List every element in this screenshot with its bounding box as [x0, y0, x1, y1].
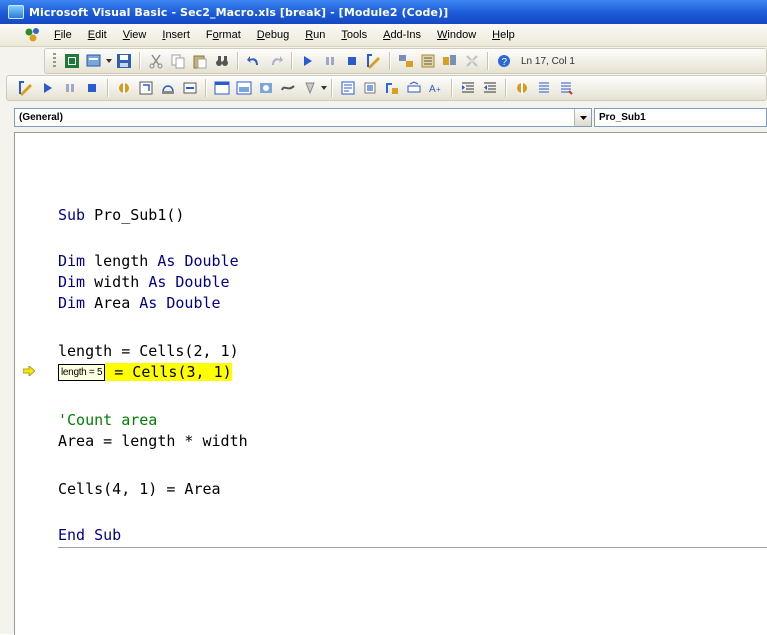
toolbar-separator: [291, 52, 293, 70]
uncomment-block-icon[interactable]: [555, 77, 577, 99]
design-mode-icon[interactable]: [15, 77, 37, 99]
toolbar-grip[interactable]: [53, 53, 56, 69]
parameter-info-icon[interactable]: [403, 77, 425, 99]
toggle-breakpoint-icon[interactable]: [113, 77, 135, 99]
undo-icon[interactable]: [243, 50, 265, 72]
step-into-icon[interactable]: [135, 77, 157, 99]
standard-toolbar: ? Ln 17, Col 1: [44, 48, 767, 74]
edit-toolbar: A +: [6, 75, 767, 101]
quick-watch-icon[interactable]: [277, 77, 299, 99]
help-icon[interactable]: ?: [493, 50, 515, 72]
excel-icon[interactable]: [61, 50, 83, 72]
toolbar-separator: [139, 52, 141, 70]
code-comment[interactable]: 'Count area: [58, 410, 157, 430]
menu-edit[interactable]: Edit: [80, 27, 115, 43]
menu-help[interactable]: Help: [484, 27, 523, 43]
vbe-window: Microsoft Visual Basic - Sec2_Macro.xls …: [0, 0, 767, 635]
chevron-down-icon[interactable]: [105, 50, 113, 72]
indicator-margin[interactable]: [15, 133, 35, 635]
svg-text:+: +: [436, 85, 441, 94]
chevron-down-icon[interactable]: [574, 109, 591, 126]
run-icon[interactable]: [297, 50, 319, 72]
procedure-dropdown-value: Pro_Sub1: [599, 112, 646, 123]
menu-window[interactable]: Window: [429, 27, 484, 43]
find-icon[interactable]: [211, 50, 233, 72]
immediate-icon[interactable]: [233, 77, 255, 99]
outdent-icon[interactable]: [479, 77, 501, 99]
current-execution-line[interactable]: length = 5 = Cells(3, 1): [58, 362, 232, 382]
vba-icon[interactable]: [24, 27, 42, 43]
menu-bar: File Edit View Insert Format Debug Run T…: [0, 24, 767, 47]
watch-icon[interactable]: [255, 77, 277, 99]
toggle-breakpoint-icon[interactable]: [511, 77, 533, 99]
menu-view[interactable]: View: [115, 27, 155, 43]
redo-icon[interactable]: [265, 50, 287, 72]
toolbar-separator: [451, 79, 453, 97]
toolbar-separator: [205, 79, 207, 97]
code-combo-bar: (General) Pro_Sub1: [14, 104, 767, 132]
code-line[interactable]: Cells(4, 1) = Area: [58, 479, 221, 499]
quick-info-icon[interactable]: [381, 77, 403, 99]
execution-arrow-icon: [22, 365, 36, 379]
app-icon: [8, 5, 24, 19]
toolbar-separator: [331, 79, 333, 97]
insert-module-icon[interactable]: [83, 50, 105, 72]
toolbar-separator: [505, 79, 507, 97]
svg-text:?: ?: [502, 57, 508, 68]
object-dropdown-value: (General): [19, 112, 63, 123]
chevron-down-icon[interactable]: [321, 77, 327, 99]
paste-icon[interactable]: [189, 50, 211, 72]
break-icon[interactable]: [59, 77, 81, 99]
svg-text:A: A: [429, 84, 436, 95]
procedure-separator: [58, 547, 767, 548]
locals-icon[interactable]: [211, 77, 233, 99]
code-line[interactable]: Sub Pro_Sub1(): [58, 205, 184, 225]
design-mode-icon[interactable]: [363, 50, 385, 72]
code-line[interactable]: End Sub: [58, 525, 121, 545]
menu-add-ins[interactable]: Add-Ins: [375, 27, 429, 43]
menu-debug[interactable]: Debug: [249, 27, 297, 43]
properties-icon[interactable]: [417, 50, 439, 72]
code-window[interactable]: Sub Pro_Sub1() Dim length As Double Dim …: [14, 132, 767, 635]
call-stack-icon[interactable]: [299, 77, 321, 99]
reset-icon[interactable]: [341, 50, 363, 72]
complete-word-icon[interactable]: A +: [425, 77, 447, 99]
cut-icon[interactable]: [145, 50, 167, 72]
project-explorer-icon[interactable]: [395, 50, 417, 72]
code-line[interactable]: Dim length As Double: [58, 251, 239, 271]
window-title: Microsoft Visual Basic - Sec2_Macro.xls …: [29, 5, 449, 19]
list-constants-icon[interactable]: [359, 77, 381, 99]
code-line[interactable]: Dim Area As Double: [58, 293, 221, 313]
toolbar-separator: [487, 52, 489, 70]
save-icon[interactable]: [113, 50, 135, 72]
cursor-position: Ln 17, Col 1: [521, 55, 575, 67]
code-line[interactable]: Area = length * width: [58, 431, 248, 451]
step-over-icon[interactable]: [157, 77, 179, 99]
toolbar-separator: [389, 52, 391, 70]
menu-run[interactable]: Run: [297, 27, 333, 43]
toolbox-icon[interactable]: [461, 50, 483, 72]
reset-icon[interactable]: [81, 77, 103, 99]
toolbar-separator: [107, 79, 109, 97]
menu-tools[interactable]: Tools: [333, 27, 375, 43]
procedure-dropdown[interactable]: Pro_Sub1: [594, 108, 767, 127]
run-icon[interactable]: [37, 77, 59, 99]
object-browser-icon[interactable]: [439, 50, 461, 72]
title-bar: Microsoft Visual Basic - Sec2_Macro.xls …: [0, 0, 767, 24]
menu-format[interactable]: Format: [198, 27, 249, 43]
code-line[interactable]: Dim width As Double: [58, 272, 230, 292]
toolbar-separator: [237, 52, 239, 70]
menu-file[interactable]: File: [46, 27, 80, 43]
data-tip: length = 5: [58, 364, 106, 381]
code-text[interactable]: Sub Pro_Sub1() Dim length As Double Dim …: [58, 133, 248, 544]
copy-icon[interactable]: [167, 50, 189, 72]
comment-block-icon[interactable]: [533, 77, 555, 99]
code-line[interactable]: length = Cells(2, 1): [58, 341, 239, 361]
indent-icon[interactable]: [457, 77, 479, 99]
list-properties-icon[interactable]: [337, 77, 359, 99]
step-out-icon[interactable]: [179, 77, 201, 99]
object-dropdown[interactable]: (General): [14, 108, 592, 127]
menu-insert[interactable]: Insert: [154, 27, 198, 43]
break-icon[interactable]: [319, 50, 341, 72]
